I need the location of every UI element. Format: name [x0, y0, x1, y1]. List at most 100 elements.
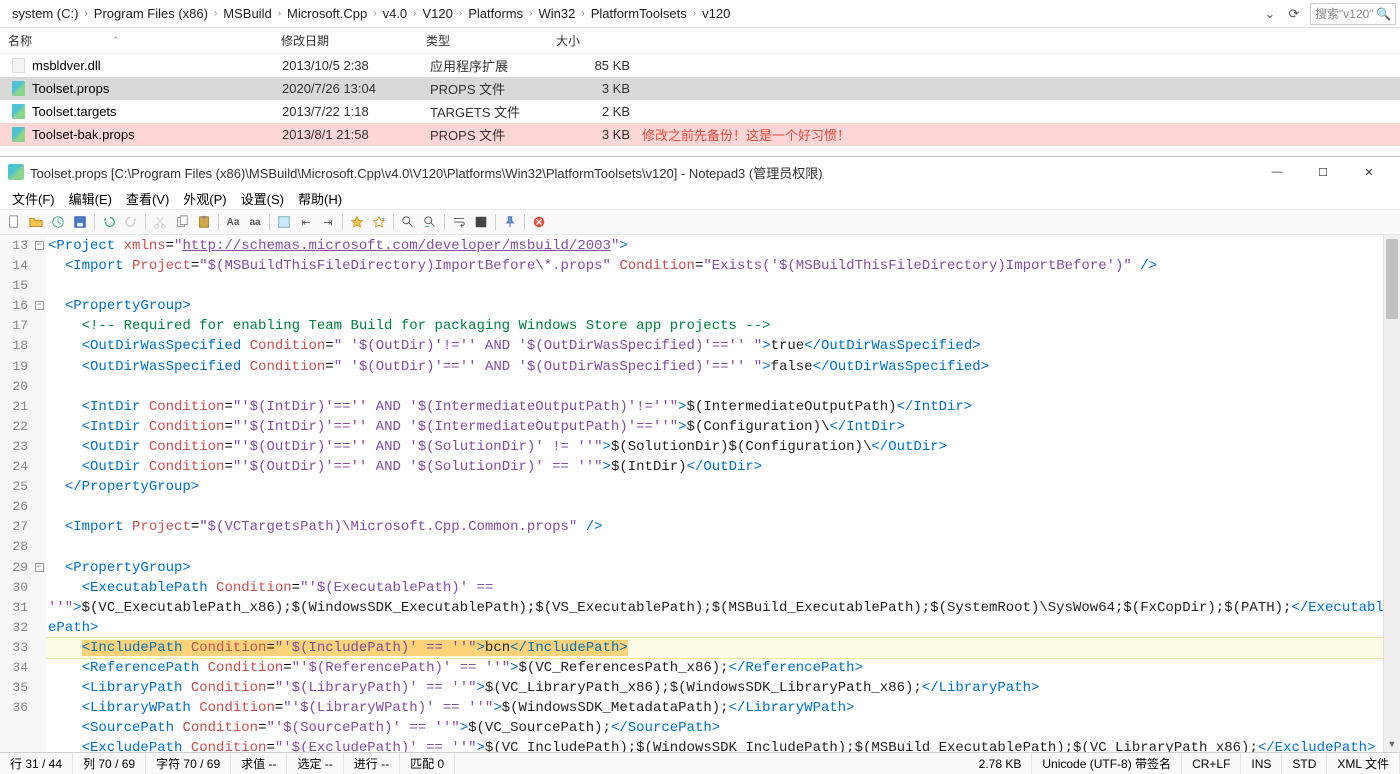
- code-line[interactable]: <Import Project="$(MSBuildThisFileDirect…: [46, 256, 1383, 276]
- dropdown-button[interactable]: ⌄: [1258, 3, 1282, 25]
- breadcrumb-segment[interactable]: Program Files (x86): [90, 4, 212, 23]
- code-line[interactable]: <ReferencePath Condition="'$(ReferencePa…: [46, 658, 1383, 678]
- code-line[interactable]: <LibraryPath Condition="'$(LibraryPath)'…: [46, 678, 1383, 698]
- status-encoding[interactable]: Unicode (UTF-8) 带签名: [1032, 753, 1182, 774]
- file-icon: [10, 81, 26, 97]
- col-name[interactable]: 名称⌃: [8, 32, 281, 49]
- save-icon[interactable]: [70, 212, 90, 232]
- menu-item[interactable]: 帮助(H): [292, 188, 348, 209]
- close-button[interactable]: ✕: [1346, 158, 1392, 186]
- redo-icon[interactable]: [121, 212, 141, 232]
- menu-item[interactable]: 文件(F): [6, 188, 61, 209]
- file-row[interactable]: Toolset.props2020/7/26 13:04PROPS 文件3 KB: [0, 77, 1400, 100]
- code-line[interactable]: ''">$(VC_ExecutablePath_x86);$(WindowsSD…: [46, 598, 1383, 618]
- cut-icon[interactable]: [150, 212, 170, 232]
- new-file-icon[interactable]: [4, 212, 24, 232]
- breadcrumb-segment[interactable]: Win32: [534, 4, 579, 23]
- status-size[interactable]: 2.78 KB: [969, 753, 1033, 774]
- case-upper-icon[interactable]: Aa: [223, 212, 243, 232]
- vertical-scrollbar[interactable]: ▲ ▼: [1383, 235, 1400, 752]
- minimize-button[interactable]: —: [1254, 158, 1300, 186]
- find-icon[interactable]: [398, 212, 418, 232]
- code-line[interactable]: <ExcludePath Condition="'$(ExcludePath)'…: [46, 738, 1383, 752]
- recent-icon[interactable]: [48, 212, 68, 232]
- file-row[interactable]: Toolset-bak.props2013/8/1 21:58PROPS 文件3…: [0, 123, 1400, 146]
- breadcrumb-segment[interactable]: v4.0: [379, 4, 412, 23]
- code-line[interactable]: <!-- Required for enabling Team Build fo…: [46, 316, 1383, 336]
- code-line[interactable]: <Project xmlns="http://schemas.microsoft…: [46, 236, 1383, 256]
- code-line[interactable]: [46, 537, 1383, 557]
- code-line[interactable]: <IntDir Condition="'$(IntDir)'=='' AND '…: [46, 397, 1383, 417]
- maximize-button[interactable]: ☐: [1300, 158, 1346, 186]
- copy-icon[interactable]: [172, 212, 192, 232]
- indent-icon[interactable]: ⇥: [318, 212, 338, 232]
- breadcrumb-segment[interactable]: Platforms: [464, 4, 527, 23]
- code-line[interactable]: <OutDir Condition="'$(OutDir)'=='' AND '…: [46, 457, 1383, 477]
- breadcrumb-segment[interactable]: V120: [419, 4, 457, 23]
- code-line[interactable]: <OutDir Condition="'$(OutDir)'=='' AND '…: [46, 437, 1383, 457]
- breadcrumb-segment[interactable]: v120: [698, 4, 734, 23]
- code-line[interactable]: <PropertyGroup>: [46, 296, 1383, 316]
- breadcrumb-segment[interactable]: Microsoft.Cpp: [283, 4, 371, 23]
- file-date: 2013/7/22 1:18: [282, 104, 430, 119]
- fold-gutter[interactable]: − − −: [32, 235, 46, 752]
- search-input[interactable]: 搜索"v120" 🔍: [1310, 3, 1396, 25]
- col-type[interactable]: 类型: [426, 32, 556, 49]
- case-lower-icon[interactable]: aa: [245, 212, 265, 232]
- code-line[interactable]: <Import Project="$(VCTargetsPath)\Micros…: [46, 517, 1383, 537]
- replace-icon[interactable]: [420, 212, 440, 232]
- status-filetype[interactable]: XML 文件: [1327, 753, 1400, 774]
- file-row[interactable]: Toolset.targets2013/7/22 1:18TARGETS 文件2…: [0, 100, 1400, 123]
- paste-icon[interactable]: [194, 212, 214, 232]
- dedent-icon[interactable]: ⇤: [296, 212, 316, 232]
- breadcrumb-segment[interactable]: PlatformToolsets: [587, 4, 691, 23]
- scroll-thumb[interactable]: [1386, 239, 1398, 319]
- code-line[interactable]: [46, 377, 1383, 397]
- menu-item[interactable]: 外观(P): [177, 188, 232, 209]
- status-col[interactable]: 列 70 / 69: [73, 753, 146, 774]
- code-line[interactable]: ePath>: [46, 618, 1383, 638]
- clear-icon[interactable]: [529, 212, 549, 232]
- show-whitespace-icon[interactable]: [471, 212, 491, 232]
- file-row[interactable]: msbldver.dll2013/10/5 2:38应用程序扩展85 KB: [0, 54, 1400, 77]
- status-sel[interactable]: 选定 --: [287, 753, 343, 774]
- favorite-icon[interactable]: [347, 212, 367, 232]
- code-line[interactable]: <OutDirWasSpecified Condition=" '$(OutDi…: [46, 336, 1383, 356]
- favorite-add-icon[interactable]: +: [369, 212, 389, 232]
- status-char[interactable]: 字符 70 / 69: [146, 753, 231, 774]
- status-eol[interactable]: CR+LF: [1182, 753, 1241, 774]
- code-line[interactable]: <LibraryWPath Condition="'$(LibraryWPath…: [46, 698, 1383, 718]
- status-ins[interactable]: INS: [1241, 753, 1282, 774]
- svg-text:+: +: [382, 216, 386, 223]
- highlight-icon[interactable]: [274, 212, 294, 232]
- status-std[interactable]: STD: [1282, 753, 1327, 774]
- breadcrumb-segment[interactable]: MSBuild: [219, 4, 275, 23]
- menu-item[interactable]: 设置(S): [235, 188, 290, 209]
- status-line[interactable]: 行 31 / 44: [0, 753, 73, 774]
- scroll-down-icon[interactable]: ▼: [1384, 735, 1400, 752]
- col-size[interactable]: 大小: [556, 32, 636, 49]
- code-line[interactable]: [46, 276, 1383, 296]
- status-match[interactable]: 匹配 0: [400, 753, 455, 774]
- code-line[interactable]: <SourcePath Condition="'$(SourcePath)' =…: [46, 718, 1383, 738]
- breadcrumb-segment[interactable]: system (C:): [8, 4, 82, 23]
- col-date[interactable]: 修改日期: [281, 32, 426, 49]
- code-line[interactable]: <OutDirWasSpecified Condition=" '$(OutDi…: [46, 357, 1383, 377]
- refresh-button[interactable]: ⟳: [1282, 3, 1306, 25]
- code-line[interactable]: <IntDir Condition="'$(IntDir)'=='' AND '…: [46, 417, 1383, 437]
- code-line[interactable]: <PropertyGroup>: [46, 558, 1383, 578]
- status-val[interactable]: 求值 --: [231, 753, 287, 774]
- status-prog[interactable]: 进行 --: [344, 753, 400, 774]
- wordwrap-icon[interactable]: [449, 212, 469, 232]
- file-icon: [10, 127, 26, 143]
- code-line[interactable]: <ExecutablePath Condition="'$(Executable…: [46, 578, 1383, 598]
- menu-item[interactable]: 查看(V): [120, 188, 175, 209]
- code-editor[interactable]: <Project xmlns="http://schemas.microsoft…: [46, 235, 1383, 752]
- open-file-icon[interactable]: [26, 212, 46, 232]
- code-line[interactable]: [46, 497, 1383, 517]
- pin-icon[interactable]: [500, 212, 520, 232]
- menu-item[interactable]: 编辑(E): [63, 188, 118, 209]
- undo-icon[interactable]: [99, 212, 119, 232]
- code-line[interactable]: </PropertyGroup>: [46, 477, 1383, 497]
- code-line[interactable]: <IncludePath Condition="'$(IncludePath)'…: [46, 637, 1383, 659]
